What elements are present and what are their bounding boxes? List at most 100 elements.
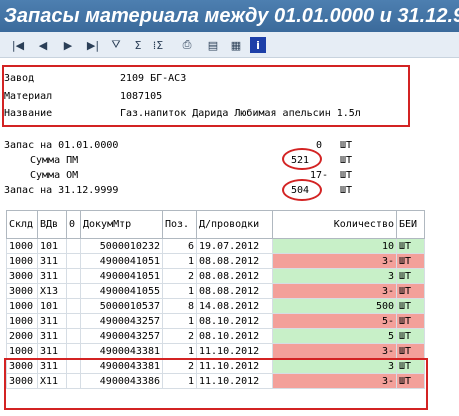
- cell-vdv[interactable]: 101: [37, 298, 67, 314]
- cell-o[interactable]: [66, 253, 81, 269]
- cell-doc[interactable]: 4900043257: [80, 313, 163, 329]
- cell-vdv[interactable]: X13: [37, 283, 67, 299]
- cell-date[interactable]: 08.08.2012: [196, 268, 273, 284]
- stock-end-unit: ШТ: [340, 185, 353, 196]
- sum-om-unit: ШТ: [340, 170, 353, 181]
- stock-start-unit: ШТ: [340, 140, 353, 151]
- cell-date[interactable]: 08.08.2012: [196, 253, 273, 269]
- cell-o[interactable]: [66, 298, 81, 314]
- cell-o[interactable]: [66, 283, 81, 299]
- cell-doc[interactable]: 5000010537: [80, 298, 163, 314]
- cell-vdv[interactable]: 311: [37, 313, 67, 329]
- first-page-icon[interactable]: |◀: [10, 37, 26, 53]
- table-row[interactable]: 1000 311 4900043257 1 08.10.2012 5- ШТ: [6, 313, 425, 329]
- cell-unit[interactable]: ШТ: [396, 343, 425, 359]
- cell-qty[interactable]: 10: [272, 238, 397, 254]
- table-row[interactable]: 1000 101 5000010537 8 14.08.2012 500 ШТ: [6, 298, 425, 314]
- cell-doc[interactable]: 4900043257: [80, 328, 163, 344]
- cell-unit[interactable]: ШТ: [396, 238, 425, 254]
- cell-doc[interactable]: 4900041051: [80, 253, 163, 269]
- table-row[interactable]: 1000 311 4900043381 1 11.10.2012 3- ШТ: [6, 343, 425, 359]
- cell-poz[interactable]: 1: [162, 283, 197, 299]
- cell-qty[interactable]: 3-: [272, 343, 397, 359]
- col-doc[interactable]: ДокумМтр: [80, 210, 163, 239]
- cell-vdv[interactable]: 311: [37, 253, 67, 269]
- col-date[interactable]: Д/проводки: [196, 210, 273, 239]
- cell-qty[interactable]: 3-: [272, 253, 397, 269]
- info-icon[interactable]: i: [250, 37, 266, 53]
- stock-end-label: Запас на 31.12.9999: [4, 185, 119, 196]
- cell-date[interactable]: 19.07.2012: [196, 238, 273, 254]
- cell-o[interactable]: [66, 268, 81, 284]
- col-unit[interactable]: БЕИ: [396, 210, 425, 239]
- table-row[interactable]: 3000 311 4900041051 2 08.08.2012 3 ШТ: [6, 268, 425, 284]
- table-row[interactable]: 3000 X13 4900041055 1 08.08.2012 3- ШТ: [6, 283, 425, 299]
- table-row[interactable]: 1000 101 5000010232 6 19.07.2012 10 ШТ: [6, 238, 425, 254]
- cell-poz[interactable]: 1: [162, 313, 197, 329]
- cell-sklad[interactable]: 1000: [6, 343, 38, 359]
- cell-poz[interactable]: 1: [162, 253, 197, 269]
- cell-o[interactable]: [66, 313, 81, 329]
- cell-poz[interactable]: 8: [162, 298, 197, 314]
- cell-sklad[interactable]: 1000: [6, 253, 38, 269]
- col-qty[interactable]: Количество: [272, 210, 397, 239]
- cell-qty[interactable]: 500: [272, 298, 397, 314]
- material-value: 1087105: [120, 91, 163, 102]
- next-page-icon[interactable]: ▶: [60, 37, 76, 53]
- cell-unit[interactable]: ШТ: [396, 298, 425, 314]
- cell-vdv[interactable]: 101: [37, 238, 67, 254]
- col-sklad[interactable]: Склд: [6, 210, 38, 239]
- last-page-icon[interactable]: ▶|: [85, 37, 101, 53]
- cell-poz[interactable]: 1: [162, 343, 197, 359]
- layout-icon[interactable]: ▤: [205, 37, 221, 53]
- cell-date[interactable]: 11.10.2012: [196, 343, 273, 359]
- cell-sklad[interactable]: 1000: [6, 238, 38, 254]
- cell-date[interactable]: 14.08.2012: [196, 298, 273, 314]
- cell-qty[interactable]: 5: [272, 328, 397, 344]
- cell-doc[interactable]: 4900043381: [80, 343, 163, 359]
- cell-qty[interactable]: 5-: [272, 313, 397, 329]
- stock-end-highlight: [282, 179, 322, 201]
- cell-doc[interactable]: 4900041055: [80, 283, 163, 299]
- cell-date[interactable]: 08.10.2012: [196, 328, 273, 344]
- cell-sklad[interactable]: 1000: [6, 298, 38, 314]
- cell-poz[interactable]: 6: [162, 238, 197, 254]
- cell-o[interactable]: [66, 328, 81, 344]
- cell-doc[interactable]: 4900041051: [80, 268, 163, 284]
- cell-unit[interactable]: ШТ: [396, 283, 425, 299]
- cell-vdv[interactable]: 311: [37, 268, 67, 284]
- stock-start-label: Запас на 01.01.0000: [4, 140, 119, 151]
- print-icon[interactable]: ⎙: [179, 37, 195, 53]
- col-poz[interactable]: Поз.: [162, 210, 197, 239]
- col-vdv[interactable]: ВДв: [37, 210, 67, 239]
- cell-unit[interactable]: ШТ: [396, 253, 425, 269]
- name-label: Название: [4, 108, 53, 119]
- cell-date[interactable]: 08.10.2012: [196, 313, 273, 329]
- cell-unit[interactable]: ШТ: [396, 328, 425, 344]
- cell-o[interactable]: [66, 343, 81, 359]
- cell-sklad[interactable]: 2000: [6, 328, 38, 344]
- cell-poz[interactable]: 2: [162, 328, 197, 344]
- cell-vdv[interactable]: 311: [37, 328, 67, 344]
- filter-icon[interactable]: ⛛: [108, 37, 124, 53]
- cell-o[interactable]: [66, 238, 81, 254]
- cell-poz[interactable]: 2: [162, 268, 197, 284]
- col-o[interactable]: 0: [66, 210, 81, 239]
- table-row[interactable]: 1000 311 4900041051 1 08.08.2012 3- ШТ: [6, 253, 425, 269]
- cell-unit[interactable]: ШТ: [396, 313, 425, 329]
- plant-value: 2109 БГ-АСЗ: [120, 73, 187, 84]
- cell-vdv[interactable]: 311: [37, 343, 67, 359]
- cell-sklad[interactable]: 3000: [6, 268, 38, 284]
- cell-qty[interactable]: 3-: [272, 283, 397, 299]
- cell-date[interactable]: 08.08.2012: [196, 283, 273, 299]
- cell-doc[interactable]: 5000010232: [80, 238, 163, 254]
- table-row[interactable]: 2000 311 4900043257 2 08.10.2012 5 ШТ: [6, 328, 425, 344]
- sum-icon[interactable]: Σ: [130, 37, 146, 53]
- cell-sklad[interactable]: 1000: [6, 313, 38, 329]
- cell-unit[interactable]: ШТ: [396, 268, 425, 284]
- previous-page-icon[interactable]: ◀: [35, 37, 51, 53]
- cell-sklad[interactable]: 3000: [6, 283, 38, 299]
- cell-qty[interactable]: 3: [272, 268, 397, 284]
- export-icon[interactable]: ▦: [228, 37, 244, 53]
- subtotal-icon[interactable]: ⁞Σ: [150, 37, 166, 53]
